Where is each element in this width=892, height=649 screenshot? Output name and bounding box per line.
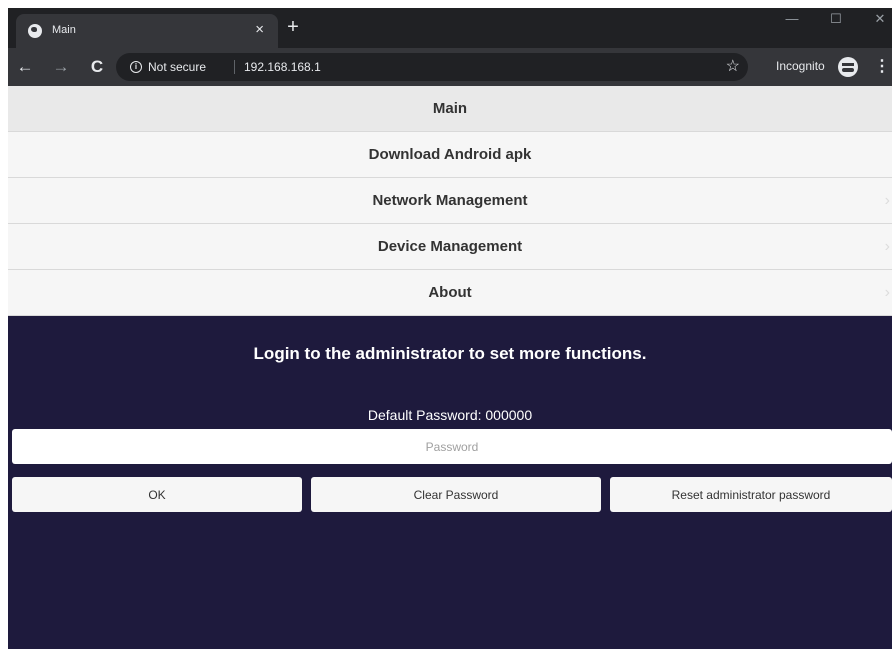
page-content: Main Download Android apk Network Manage… xyxy=(8,86,892,649)
star-icon[interactable]: ☆ xyxy=(726,57,740,77)
tab-strip: Main × + — ☐ ✕ xyxy=(8,8,892,48)
menu-item-about[interactable]: About › xyxy=(8,270,892,316)
chevron-right-icon: › xyxy=(884,238,890,255)
globe-icon xyxy=(28,24,42,38)
forward-arrow-icon[interactable]: → xyxy=(50,56,72,78)
menu-item-label: Network Management xyxy=(372,192,528,209)
menu-item-download-apk[interactable]: Download Android apk xyxy=(8,132,892,178)
tab-title: Main xyxy=(52,24,76,36)
more-menu-icon[interactable]: ⋮ xyxy=(874,56,890,78)
address-divider xyxy=(234,60,235,74)
password-input[interactable] xyxy=(12,429,892,464)
maximize-button[interactable]: ☐ xyxy=(816,10,856,28)
menu-item-label: About xyxy=(428,284,472,301)
clear-password-button[interactable]: Clear Password xyxy=(311,477,601,512)
menu-item-label: Device Management xyxy=(377,238,523,255)
tab-close-icon[interactable]: × xyxy=(255,21,264,39)
menu-item-label: Main xyxy=(432,100,468,117)
default-password-hint: Default Password: 000000 xyxy=(367,407,533,423)
close-window-button[interactable]: ✕ xyxy=(860,10,892,28)
new-tab-button[interactable]: + xyxy=(282,17,304,39)
address-bar[interactable]: i Not secure 192.168.168.1 ☆ xyxy=(116,53,748,81)
menu-item-network-management[interactable]: Network Management › xyxy=(8,178,892,224)
reload-icon[interactable]: C xyxy=(86,56,108,78)
browser-toolbar: ← → C i Not secure 192.168.168.1 ☆ Incog… xyxy=(8,48,892,86)
chevron-right-icon: › xyxy=(884,284,890,301)
menu-item-device-management[interactable]: Device Management › xyxy=(8,224,892,270)
browser-window: Main × + — ☐ ✕ ← → C i Not secure 192.16… xyxy=(8,8,892,649)
security-status: Not secure xyxy=(148,60,207,74)
browser-tab[interactable]: Main × xyxy=(16,14,278,48)
incognito-icon[interactable] xyxy=(838,57,858,77)
info-icon[interactable]: i xyxy=(130,61,142,73)
url-text[interactable]: 192.168.168.1 xyxy=(244,60,321,74)
ok-button[interactable]: OK xyxy=(12,477,302,512)
back-arrow-icon[interactable]: ← xyxy=(14,56,36,78)
chevron-right-icon: › xyxy=(884,192,890,209)
incognito-label: Incognito xyxy=(776,59,825,73)
menu-item-label: Download Android apk xyxy=(368,146,532,163)
minimize-button[interactable]: — xyxy=(772,10,812,28)
menu-item-main[interactable]: Main xyxy=(8,86,892,132)
reset-admin-password-button[interactable]: Reset administrator password xyxy=(610,477,892,512)
login-heading: Login to the administrator to set more f… xyxy=(253,344,647,363)
